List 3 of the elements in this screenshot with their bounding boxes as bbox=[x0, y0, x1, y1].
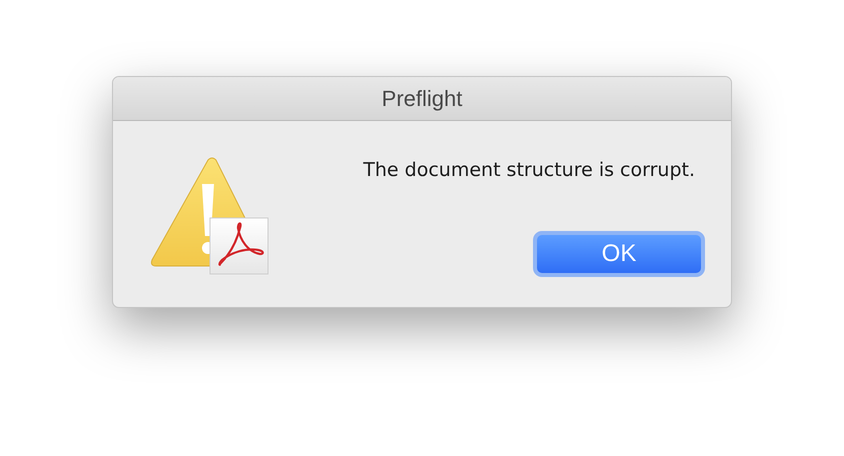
window-title: Preflight bbox=[382, 85, 462, 113]
ok-button[interactable]: OK bbox=[533, 230, 705, 276]
alert-message: The document structure is corrupt. bbox=[363, 158, 695, 183]
